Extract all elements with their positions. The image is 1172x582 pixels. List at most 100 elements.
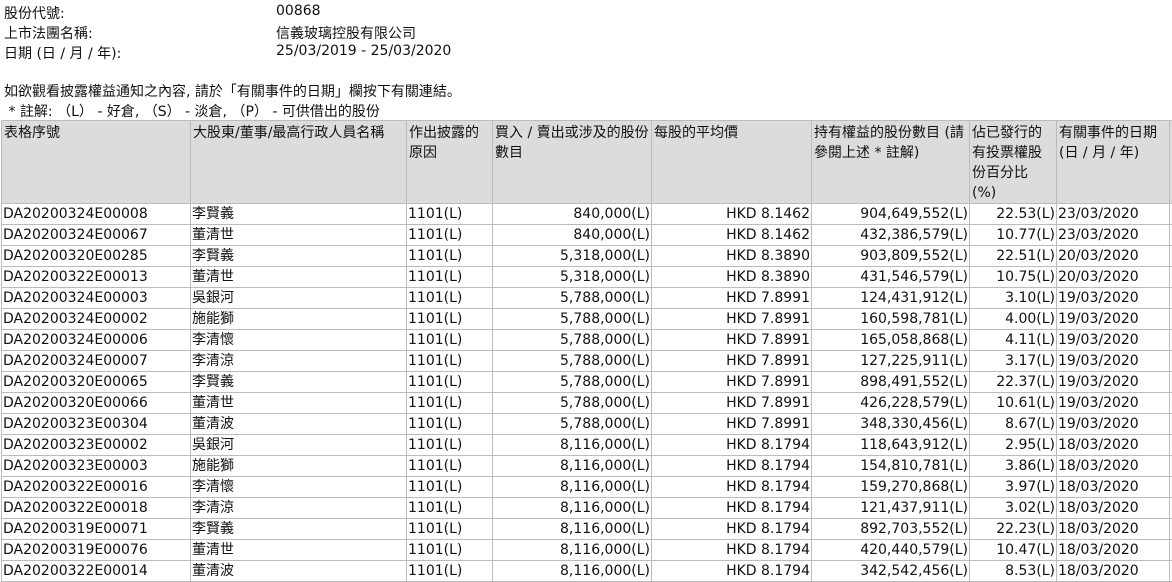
event-date-link[interactable]: 19/03/2020 (1057, 309, 1170, 330)
event-date-link[interactable]: 18/03/2020 (1057, 540, 1170, 561)
avg-price-cell: HKD 8.1462 (652, 204, 812, 225)
table-row: DA20200320E00066董清世1101(L)5,788,000(L)HK… (2, 393, 1172, 414)
header-disclosure-reason[interactable]: 作出披露的原因 (407, 121, 493, 204)
percentage-cell: 3.97(L) (970, 477, 1057, 498)
shares-involved-cell: 8,116,000(L) (493, 498, 652, 519)
form-serial-cell: DA20200320E00065 (2, 372, 191, 393)
shares-involved-cell: 5,788,000(L) (493, 372, 652, 393)
shareholder-name-cell: 吳銀河 (191, 435, 407, 456)
event-date-link[interactable]: 18/03/2020 (1057, 477, 1170, 498)
header-shareholder-name[interactable]: 大股東/董事/最高行政人員名稱 (191, 121, 407, 204)
percentage-cell: 4.11(L) (970, 330, 1057, 351)
event-date-link[interactable]: 18/03/2020 (1057, 435, 1170, 456)
event-date-link[interactable]: 18/03/2020 (1057, 519, 1170, 540)
event-date-link[interactable]: 19/03/2020 (1057, 393, 1170, 414)
event-date-link[interactable]: 18/03/2020 (1057, 498, 1170, 519)
shares-involved-cell: 5,788,000(L) (493, 351, 652, 372)
shareholder-name-cell: 李賢義 (191, 246, 407, 267)
shares-involved-cell: 8,116,000(L) (493, 435, 652, 456)
event-date-link[interactable]: 20/03/2020 (1057, 246, 1170, 267)
table-row: DA20200322E00016李清懷1101(L)8,116,000(L)HK… (2, 477, 1172, 498)
avg-price-cell: HKD 8.1794 (652, 519, 812, 540)
event-date-link[interactable]: 19/03/2020 (1057, 288, 1170, 309)
percentage-cell: 3.02(L) (970, 498, 1057, 519)
header-shares-held[interactable]: 持有權益的股份數目 (請參閱上述 * 註解) (812, 121, 970, 204)
shares-involved-cell: 5,788,000(L) (493, 309, 652, 330)
percentage-cell: 3.10(L) (970, 288, 1057, 309)
shares-involved-cell: 8,116,000(L) (493, 540, 652, 561)
percentage-cell: 22.51(L) (970, 246, 1057, 267)
event-date-link[interactable]: 18/03/2020 (1057, 456, 1170, 477)
avg-price-cell: HKD 8.1794 (652, 477, 812, 498)
header-shares-involved[interactable]: 買入 / 賣出或涉及的股份數目 (493, 121, 652, 204)
form-serial-cell: DA20200319E00071 (2, 519, 191, 540)
avg-price-cell: HKD 8.1794 (652, 435, 812, 456)
avg-price-cell: HKD 7.8991 (652, 330, 812, 351)
shares-involved-cell: 8,116,000(L) (493, 561, 652, 582)
table-row: DA20200322E00018李清涼1101(L)8,116,000(L)HK… (2, 498, 1172, 519)
table-row: DA20200324E00067董清世1101(L)840,000(L)HKD … (2, 225, 1172, 246)
percentage-cell: 3.17(L) (970, 351, 1057, 372)
form-serial-cell: DA20200320E00066 (2, 393, 191, 414)
event-date-link[interactable]: 19/03/2020 (1057, 351, 1170, 372)
shares-held-cell: 904,649,552(L) (812, 204, 970, 225)
form-serial-cell: DA20200322E00014 (2, 561, 191, 582)
avg-price-cell: HKD 8.1794 (652, 561, 812, 582)
table-row: DA20200322E00014董清波1101(L)8,116,000(L)HK… (2, 561, 1172, 582)
shares-held-cell: 160,598,781(L) (812, 309, 970, 330)
event-date-link[interactable]: 20/03/2020 (1057, 267, 1170, 288)
reason-cell: 1101(L) (407, 330, 493, 351)
event-date-link[interactable]: 19/03/2020 (1057, 372, 1170, 393)
avg-price-cell: HKD 7.8991 (652, 372, 812, 393)
shareholder-name-cell: 李清懷 (191, 477, 407, 498)
header-form-serial[interactable]: 表格序號 (2, 121, 191, 204)
form-serial-cell: DA20200323E00003 (2, 456, 191, 477)
table-row: DA20200320E00285李賢義1101(L)5,318,000(L)HK… (2, 246, 1172, 267)
header-average-price[interactable]: 每股的平均價 (652, 121, 812, 204)
shares-held-cell: 420,440,579(L) (812, 540, 970, 561)
reason-cell: 1101(L) (407, 372, 493, 393)
reason-cell: 1101(L) (407, 288, 493, 309)
reason-cell: 1101(L) (407, 519, 493, 540)
percentage-cell: 10.77(L) (970, 225, 1057, 246)
event-date-link[interactable]: 23/03/2020 (1057, 204, 1170, 225)
form-serial-cell: DA20200322E00018 (2, 498, 191, 519)
event-date-link[interactable]: 19/03/2020 (1057, 414, 1170, 435)
form-serial-cell: DA20200324E00007 (2, 351, 191, 372)
shares-held-cell: 432,386,579(L) (812, 225, 970, 246)
reason-cell: 1101(L) (407, 561, 493, 582)
shareholder-name-cell: 董清世 (191, 540, 407, 561)
shareholder-name-cell: 董清波 (191, 414, 407, 435)
shares-involved-cell: 8,116,000(L) (493, 519, 652, 540)
avg-price-cell: HKD 8.1462 (652, 225, 812, 246)
avg-price-cell: HKD 8.3890 (652, 267, 812, 288)
shares-held-cell: 159,270,868(L) (812, 477, 970, 498)
avg-price-cell: HKD 7.8991 (652, 288, 812, 309)
reason-cell: 1101(L) (407, 309, 493, 330)
header-percentage[interactable]: 佔已發行的有投票權股份百分比 (%) (970, 121, 1057, 204)
percentage-cell: 22.53(L) (970, 204, 1057, 225)
shareholder-name-cell: 李清懷 (191, 330, 407, 351)
shareholder-name-cell: 施能獅 (191, 309, 407, 330)
event-date-link[interactable]: 19/03/2020 (1057, 330, 1170, 351)
percentage-cell: 10.61(L) (970, 393, 1057, 414)
event-date-link[interactable]: 23/03/2020 (1057, 225, 1170, 246)
shares-involved-cell: 5,318,000(L) (493, 267, 652, 288)
percentage-cell: 8.67(L) (970, 414, 1057, 435)
reason-cell: 1101(L) (407, 267, 493, 288)
reason-cell: 1101(L) (407, 393, 493, 414)
shares-involved-cell: 5,788,000(L) (493, 414, 652, 435)
stock-code-label: 股份代號: (4, 3, 65, 23)
shareholder-name-cell: 李清涼 (191, 498, 407, 519)
shareholder-name-cell: 董清世 (191, 393, 407, 414)
table-row: DA20200323E00002吳銀河1101(L)8,116,000(L)HK… (2, 435, 1172, 456)
table-row: DA20200324E00006李清懷1101(L)5,788,000(L)HK… (2, 330, 1172, 351)
event-date-link[interactable]: 18/03/2020 (1057, 561, 1170, 582)
shares-held-cell: 892,703,552(L) (812, 519, 970, 540)
form-serial-cell: DA20200323E00002 (2, 435, 191, 456)
avg-price-cell: HKD 8.1794 (652, 456, 812, 477)
form-serial-cell: DA20200324E00002 (2, 309, 191, 330)
shares-held-cell: 165,058,868(L) (812, 330, 970, 351)
avg-price-cell: HKD 7.8991 (652, 309, 812, 330)
header-event-date[interactable]: 有關事件的日期 (日 / 月 / 年) (1057, 121, 1170, 204)
